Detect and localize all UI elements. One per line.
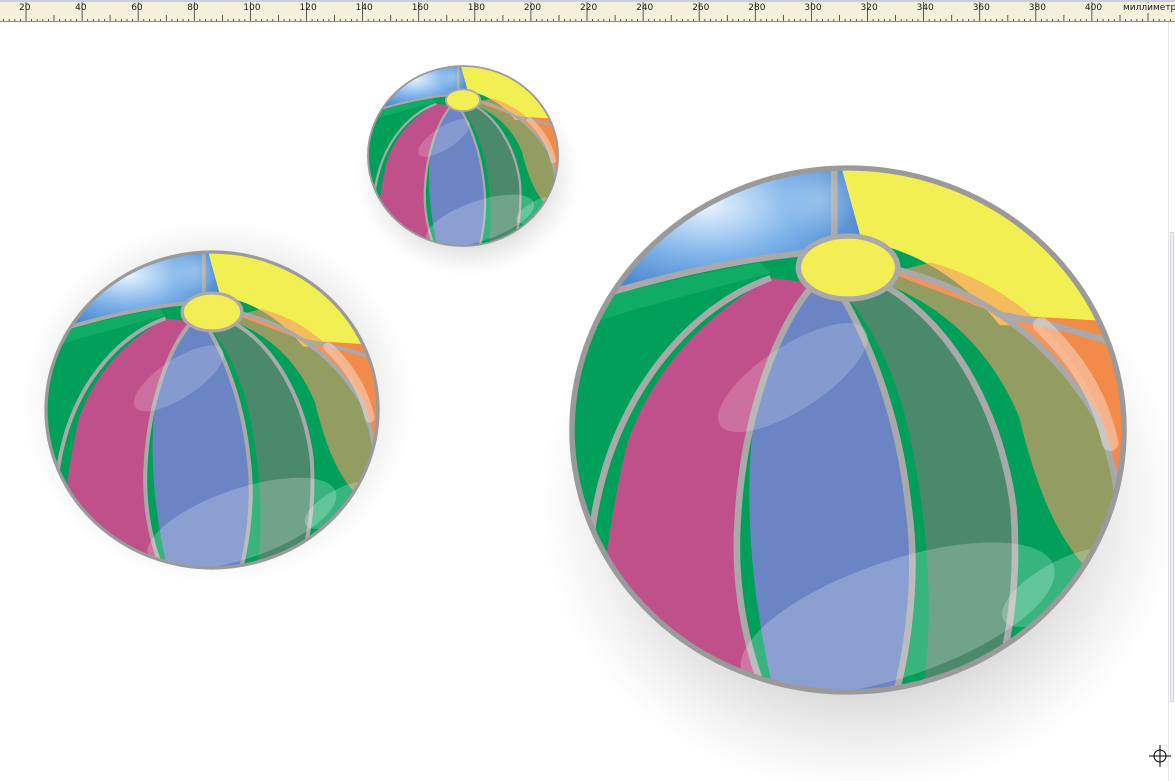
ruler-tick-label: 340 xyxy=(916,3,934,13)
ruler-tick-label: 280 xyxy=(748,3,766,13)
ruler-tick-label: 320 xyxy=(860,3,878,13)
ruler-tick-label: 360 xyxy=(972,3,990,13)
ruler-tick-label: 380 xyxy=(1028,3,1046,13)
drawing-canvas[interactable] xyxy=(0,22,1168,781)
ruler-tick-label: 20 xyxy=(19,3,31,13)
ruler-tick-label: 60 xyxy=(131,3,143,13)
vertical-scrollbar-thumb[interactable] xyxy=(1170,232,1174,702)
ruler-tick-label: 220 xyxy=(580,3,598,13)
vertical-scrollbar[interactable] xyxy=(1168,22,1175,781)
ruler-tick-label: 80 xyxy=(187,3,199,13)
coreldraw-workspace: 20 40 60 80 100 120 140 160 180 200 220 240 260 280 30… xyxy=(0,0,1175,781)
ruler-tick-label: 120 xyxy=(299,3,317,13)
ruler-tick-label: 300 xyxy=(804,3,822,13)
ruler-tick-label: 180 xyxy=(467,3,485,13)
ruler-tick-label: 140 xyxy=(355,3,373,13)
horizontal-ruler[interactable]: 20 40 60 80 100 120 140 160 180 200 220 240 260 280 30… xyxy=(0,0,1175,22)
crosshair-cursor-icon xyxy=(1149,745,1171,767)
ruler-tick-label: 160 xyxy=(411,3,429,13)
ruler-tick-label: 240 xyxy=(636,3,654,13)
ruler-tick-label: 40 xyxy=(75,3,87,13)
ruler-tick-label: 200 xyxy=(523,3,542,13)
ruler-units-label: миллиметр xyxy=(1121,3,1175,13)
ruler-tick-label: 400 xyxy=(1084,3,1103,13)
ruler-tick-label: 260 xyxy=(692,3,710,13)
ruler-tick-label: 100 xyxy=(243,3,261,13)
